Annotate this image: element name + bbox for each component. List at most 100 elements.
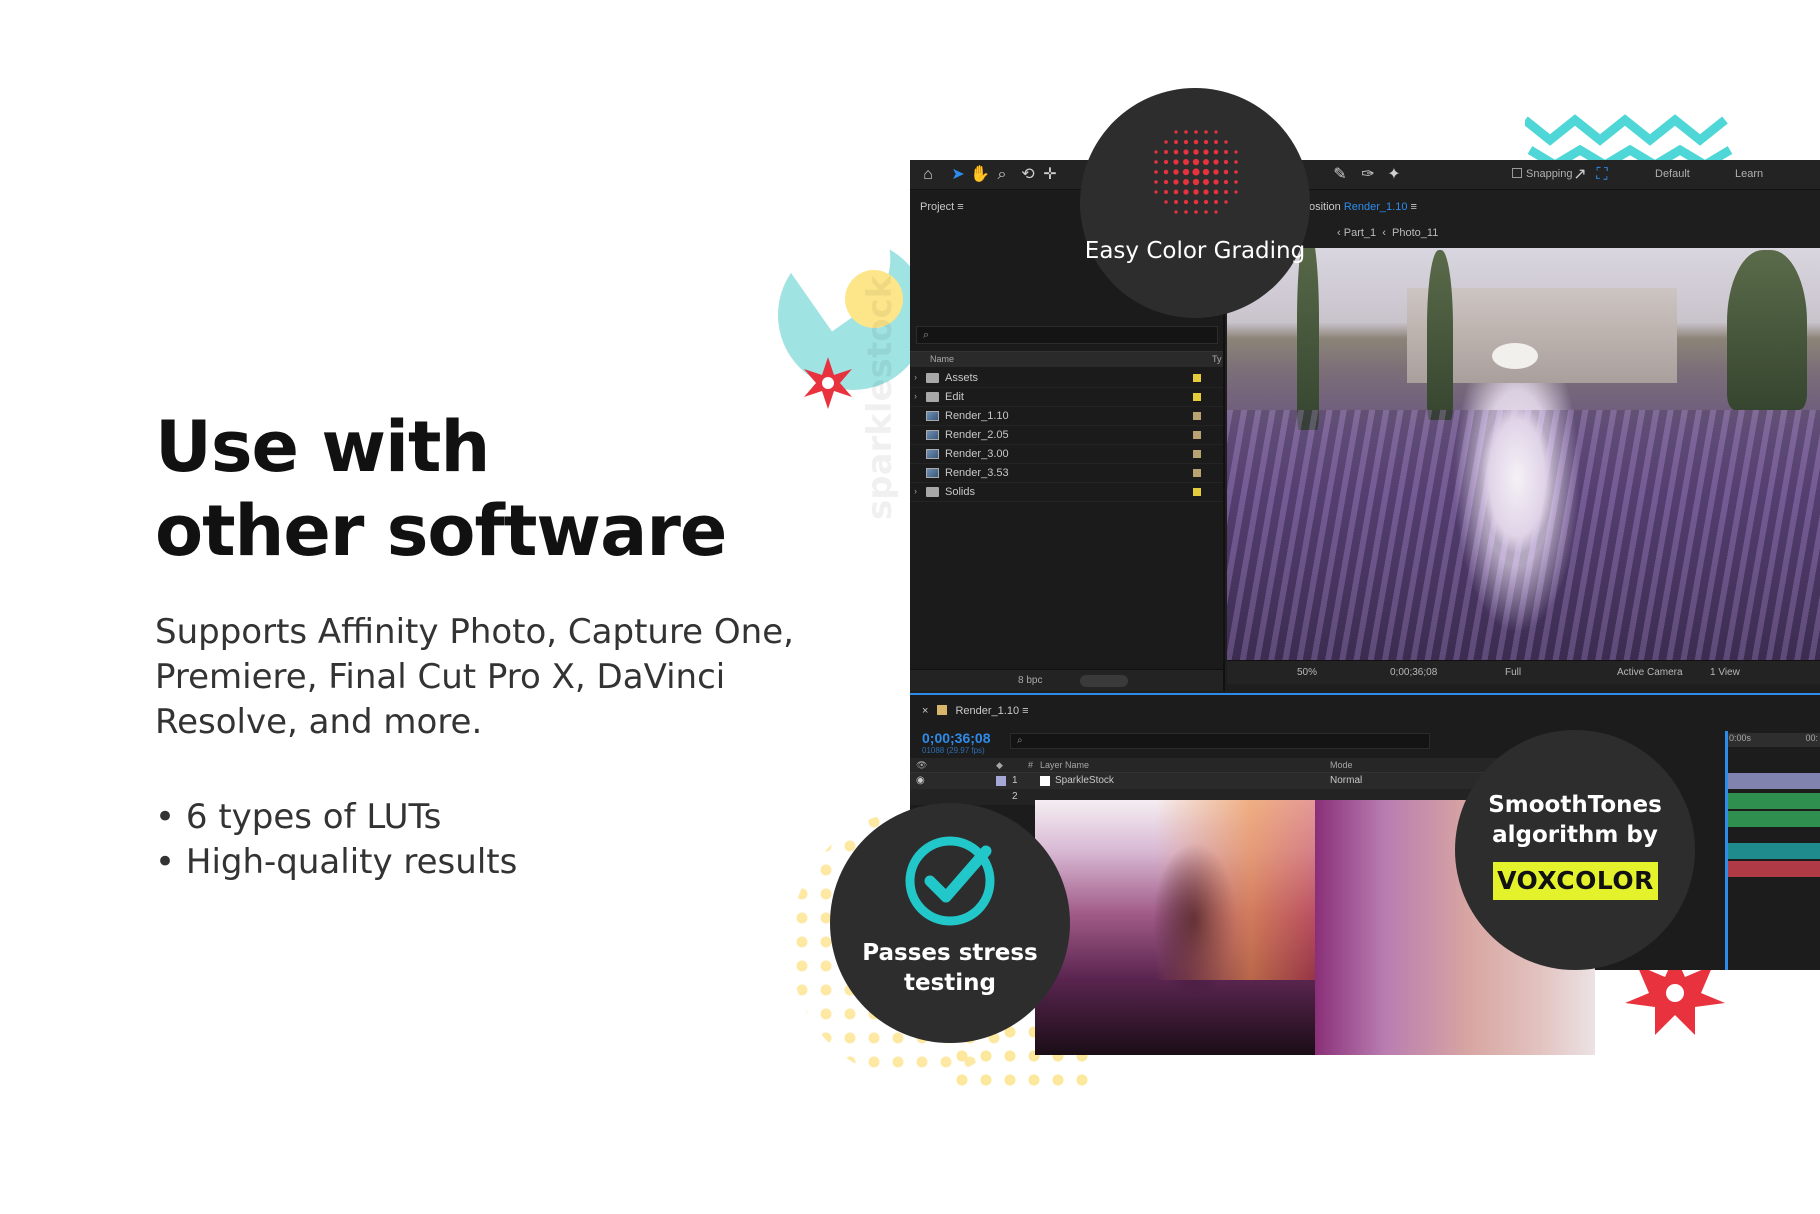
anchor-tool-icon[interactable]: ✛ [1040, 165, 1060, 185]
description: Supports Affinity Photo, Capture One, Pr… [155, 612, 794, 742]
label-color-tag[interactable] [1193, 393, 1201, 401]
layer-thumbnail [1040, 776, 1050, 786]
composition-viewer[interactable] [1227, 248, 1820, 660]
thumbnail-slider[interactable] [1080, 675, 1128, 687]
snap-icon[interactable]: ↗ [1570, 165, 1590, 185]
toolbar: ⌂ ➤ ✋ ⌕ ⟲ ✛ ✎ ✑ ✦ Snapping ↗ ⛶ Default L… [910, 160, 1820, 190]
time-ruler[interactable]: 0:00s 00: [1725, 733, 1820, 747]
brush-tool-icon[interactable]: ✑ [1358, 165, 1378, 185]
snapping-checkbox[interactable] [1512, 168, 1522, 178]
halftone-dot [1213, 179, 1219, 185]
folder-icon [926, 373, 939, 383]
track-bar[interactable] [1725, 843, 1820, 859]
label-color-tag[interactable] [1193, 488, 1201, 496]
column-layer-name[interactable]: Layer Name [1040, 760, 1089, 770]
timecode-value: 0;00;36;08 [922, 730, 991, 746]
timeline-tab[interactable]: × Render_1.10 ≡ [922, 705, 1029, 717]
halftone-dot [1154, 190, 1158, 194]
project-item-label: Edit [945, 391, 964, 403]
pin-tool-icon[interactable]: ✦ [1384, 165, 1404, 185]
rotate-tool-icon[interactable]: ⟲ [1018, 165, 1038, 185]
project-panel-title[interactable]: Project ≡ [920, 201, 964, 213]
snapping-toggle[interactable]: Snapping [1512, 168, 1573, 180]
expand-arrow-icon[interactable]: › [914, 372, 917, 382]
selection-tool-icon[interactable]: ➤ [948, 165, 968, 185]
label-color-tag[interactable] [1193, 431, 1201, 439]
halftone-dot [1182, 168, 1190, 176]
project-item-label: Render_1.10 [945, 410, 1009, 422]
halftone-dots-icon [1154, 130, 1238, 214]
track-bar[interactable] [1725, 811, 1820, 827]
home-icon[interactable]: ⌂ [918, 165, 938, 185]
viewer-timecode[interactable]: 0;00;36;08 [1390, 667, 1437, 678]
layer-name[interactable]: SparkleStock [1055, 775, 1114, 786]
workspace-learn[interactable]: Learn [1735, 168, 1763, 180]
project-search-input[interactable]: ⌕ [916, 326, 1218, 344]
camera-select[interactable]: Active Camera [1617, 667, 1683, 678]
halftone-dot [1183, 139, 1189, 145]
layer-color-label[interactable] [996, 776, 1006, 786]
blend-mode-select[interactable]: Normal [1330, 775, 1362, 786]
halftone-dot [1204, 130, 1208, 134]
project-item[interactable]: › Edit [910, 388, 1223, 407]
bit-depth[interactable]: 8 bpc [1018, 675, 1042, 686]
halftone-dot [1173, 179, 1179, 185]
zoom-select[interactable]: 50% [1297, 667, 1317, 678]
halftone-dot [1193, 199, 1199, 205]
hand-tool-icon[interactable]: ✋ [970, 165, 990, 185]
timeline-tracks [1725, 773, 1820, 970]
halftone-dot [1234, 160, 1238, 164]
project-item[interactable]: Render_3.53 [910, 464, 1223, 483]
project-item-label: Solids [945, 486, 975, 498]
visibility-icon[interactable]: 👁 [916, 760, 927, 771]
project-item[interactable]: Render_3.00 [910, 445, 1223, 464]
resolution-select[interactable]: Full [1505, 667, 1521, 678]
halftone-dot [1203, 189, 1209, 195]
project-item[interactable]: › Assets [910, 369, 1223, 388]
composition-tab[interactable]: osition Render_1.10 ≡ [1309, 201, 1417, 213]
halftone-dot [1234, 170, 1238, 174]
badge-text: SmoothTones algorithm by [1488, 792, 1662, 848]
label-color-tag[interactable] [1193, 450, 1201, 458]
badge-stress-testing: Passes stress testing [830, 803, 1070, 1043]
folder-icon [926, 392, 939, 402]
timeline-timecode[interactable]: 0;00;36;08 01088 (29.97 fps) [922, 730, 991, 755]
halftone-dot [1163, 169, 1169, 175]
timeline-search-input[interactable]: ⌕ [1010, 733, 1430, 749]
views-select[interactable]: 1 View [1710, 667, 1740, 678]
project-item-label: Assets [945, 372, 979, 384]
expand-arrow-icon[interactable]: › [914, 486, 917, 496]
project-item[interactable]: Render_2.05 [910, 426, 1223, 445]
label-icon[interactable]: ◆ [996, 760, 1003, 771]
track-bar[interactable] [1725, 793, 1820, 809]
expand-arrow-icon[interactable]: › [914, 391, 917, 401]
page-title: Use with other software [155, 405, 855, 573]
track-bar[interactable] [1725, 773, 1820, 789]
breadcrumb-item[interactable]: Photo_11 [1392, 227, 1438, 239]
project-item[interactable]: › Solids [910, 483, 1223, 502]
label-color-tag[interactable] [1193, 412, 1201, 420]
composition-icon [926, 411, 939, 421]
column-mode[interactable]: Mode [1330, 760, 1353, 770]
halftone-dot [1203, 159, 1209, 165]
project-item[interactable]: Render_1.10 [910, 407, 1223, 426]
workspace-default[interactable]: Default [1655, 168, 1690, 180]
project-item-list: › Assets › Edit Render_1.10 Render_2.05 Render… [910, 369, 1223, 502]
pen-tool-icon[interactable]: ✎ [1330, 165, 1350, 185]
track-bar[interactable] [1725, 861, 1820, 877]
snap-frame-icon[interactable]: ⛶ [1592, 165, 1612, 185]
eye-icon[interactable]: ◉ [916, 775, 925, 786]
breadcrumb-item[interactable]: Part_1 [1344, 227, 1376, 239]
label-color-tag[interactable] [1193, 469, 1201, 477]
halftone-dot [1173, 189, 1179, 195]
brand-logo: VOXCOLOR [1493, 862, 1658, 900]
halftone-dot [1192, 168, 1200, 176]
label-color-tag[interactable] [1193, 374, 1201, 382]
breadcrumb: ‹ Part_1 ‹ Photo_11 [1337, 227, 1439, 239]
playhead[interactable] [1725, 731, 1728, 970]
gradient-preview-warm [1155, 800, 1315, 980]
halftone-dot [1173, 159, 1179, 165]
zoom-tool-icon[interactable]: ⌕ [992, 165, 1012, 185]
column-name[interactable]: Name [930, 354, 954, 364]
column-type[interactable]: Ty [1212, 354, 1222, 364]
